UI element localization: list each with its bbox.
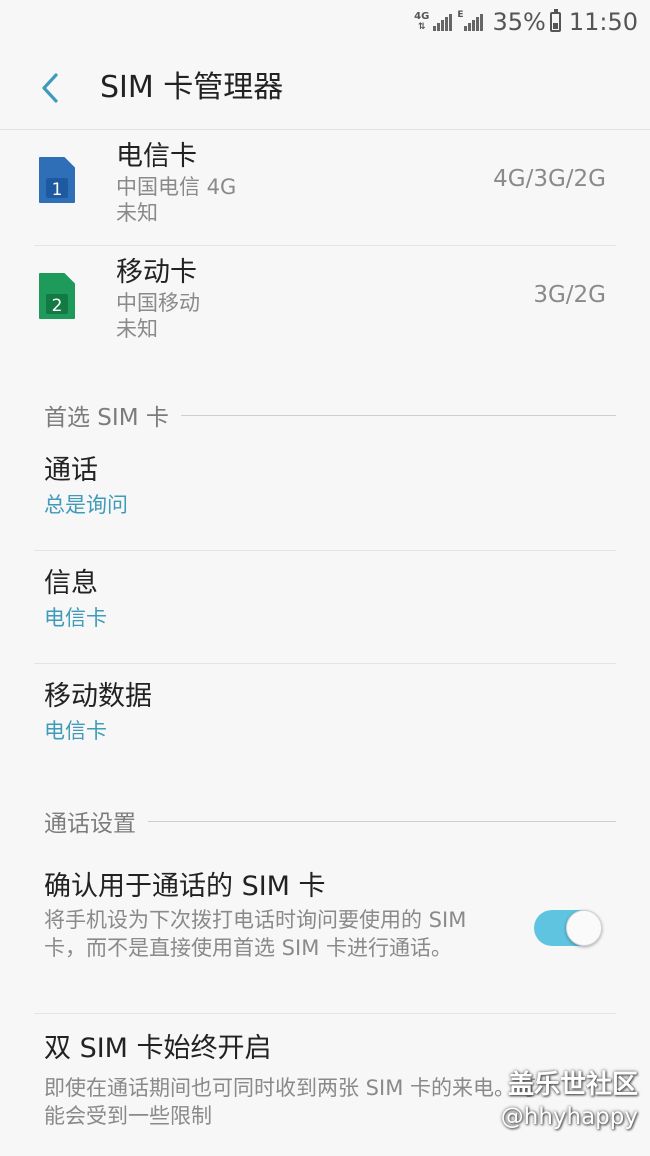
pref-item-mobile-data[interactable]: 移动数据 电信卡	[34, 664, 616, 777]
sim-slot-number: 1	[52, 180, 63, 200]
pref-value: 总是询问	[44, 493, 128, 517]
section-header-call-settings: 通话设置	[44, 806, 616, 837]
sim-name: 移动卡	[116, 257, 197, 288]
pref-item-messages[interactable]: 信息 电信卡	[34, 551, 616, 664]
section-divider	[180, 414, 616, 416]
toggle-knob	[566, 910, 602, 946]
section-header-label: 首选 SIM 卡	[44, 405, 169, 431]
sim-slot-number: 2	[52, 296, 63, 316]
signal-icon	[433, 13, 453, 31]
setting-title: 确认用于通话的 SIM 卡	[44, 871, 326, 902]
back-button[interactable]	[28, 66, 72, 110]
section-header-label: 通话设置	[44, 811, 136, 837]
page-title: SIM 卡管理器	[100, 70, 284, 105]
network-type-indicator: 4G ⇅	[414, 11, 430, 33]
sim-card-icon: 1	[39, 157, 75, 203]
setting-description: 将手机设为下次拨打电话时询问要使用的 SIM 卡，而不是直接使用首选 SIM 卡…	[44, 908, 467, 960]
sim-carrier: 中国电信 4G	[116, 175, 237, 199]
setting-confirm-sim-for-calls[interactable]: 确认用于通话的 SIM 卡 将手机设为下次拨打电话时询问要使用的 SIM 卡，而…	[34, 852, 616, 1014]
network-type-small: E	[457, 10, 464, 20]
sim-network-modes: 3G/2G	[533, 282, 606, 308]
sim-name: 电信卡	[116, 141, 197, 172]
sim-status: 未知	[116, 201, 158, 225]
setting-description: 即使在通话期间也可同时收到两张 SIM 卡的来电。可能会受到一些限制	[44, 1076, 536, 1128]
watermark-title: 盖乐世社区	[507, 1070, 638, 1100]
app-bar: SIM 卡管理器	[0, 44, 650, 130]
pref-title: 信息	[44, 568, 98, 599]
sim-card-1[interactable]: 1 电信卡 中国电信 4G 未知 4G/3G/2G	[34, 130, 616, 246]
section-header-preferred-sim: 首选 SIM 卡	[44, 400, 616, 431]
back-arrow-icon	[42, 73, 58, 103]
battery-percent: 35%	[492, 8, 546, 36]
signal-icon-2	[464, 13, 484, 31]
sim-network-modes: 4G/3G/2G	[493, 166, 606, 192]
pref-value: 电信卡	[44, 719, 107, 743]
pref-title: 通话	[44, 455, 98, 486]
sim-card-icon: 2	[39, 273, 75, 319]
pref-title: 移动数据	[44, 681, 152, 712]
battery-icon	[549, 9, 561, 32]
pref-item-calls[interactable]: 通话 总是询问	[34, 438, 616, 551]
clock: 11:50	[568, 8, 638, 36]
pref-value: 电信卡	[44, 606, 107, 630]
watermark-user: @hhyhappy	[500, 1104, 638, 1130]
section-divider	[148, 820, 616, 822]
setting-title: 双 SIM 卡始终开启	[44, 1033, 272, 1064]
sim-card-2[interactable]: 2 移动卡 中国移动 未知 3G/2G	[34, 246, 616, 361]
sim-carrier: 中国移动	[116, 291, 200, 315]
confirm-sim-toggle[interactable]	[534, 910, 602, 946]
sim-status: 未知	[116, 317, 158, 341]
status-bar: 4G ⇅ E 35% 11:50	[0, 0, 650, 44]
